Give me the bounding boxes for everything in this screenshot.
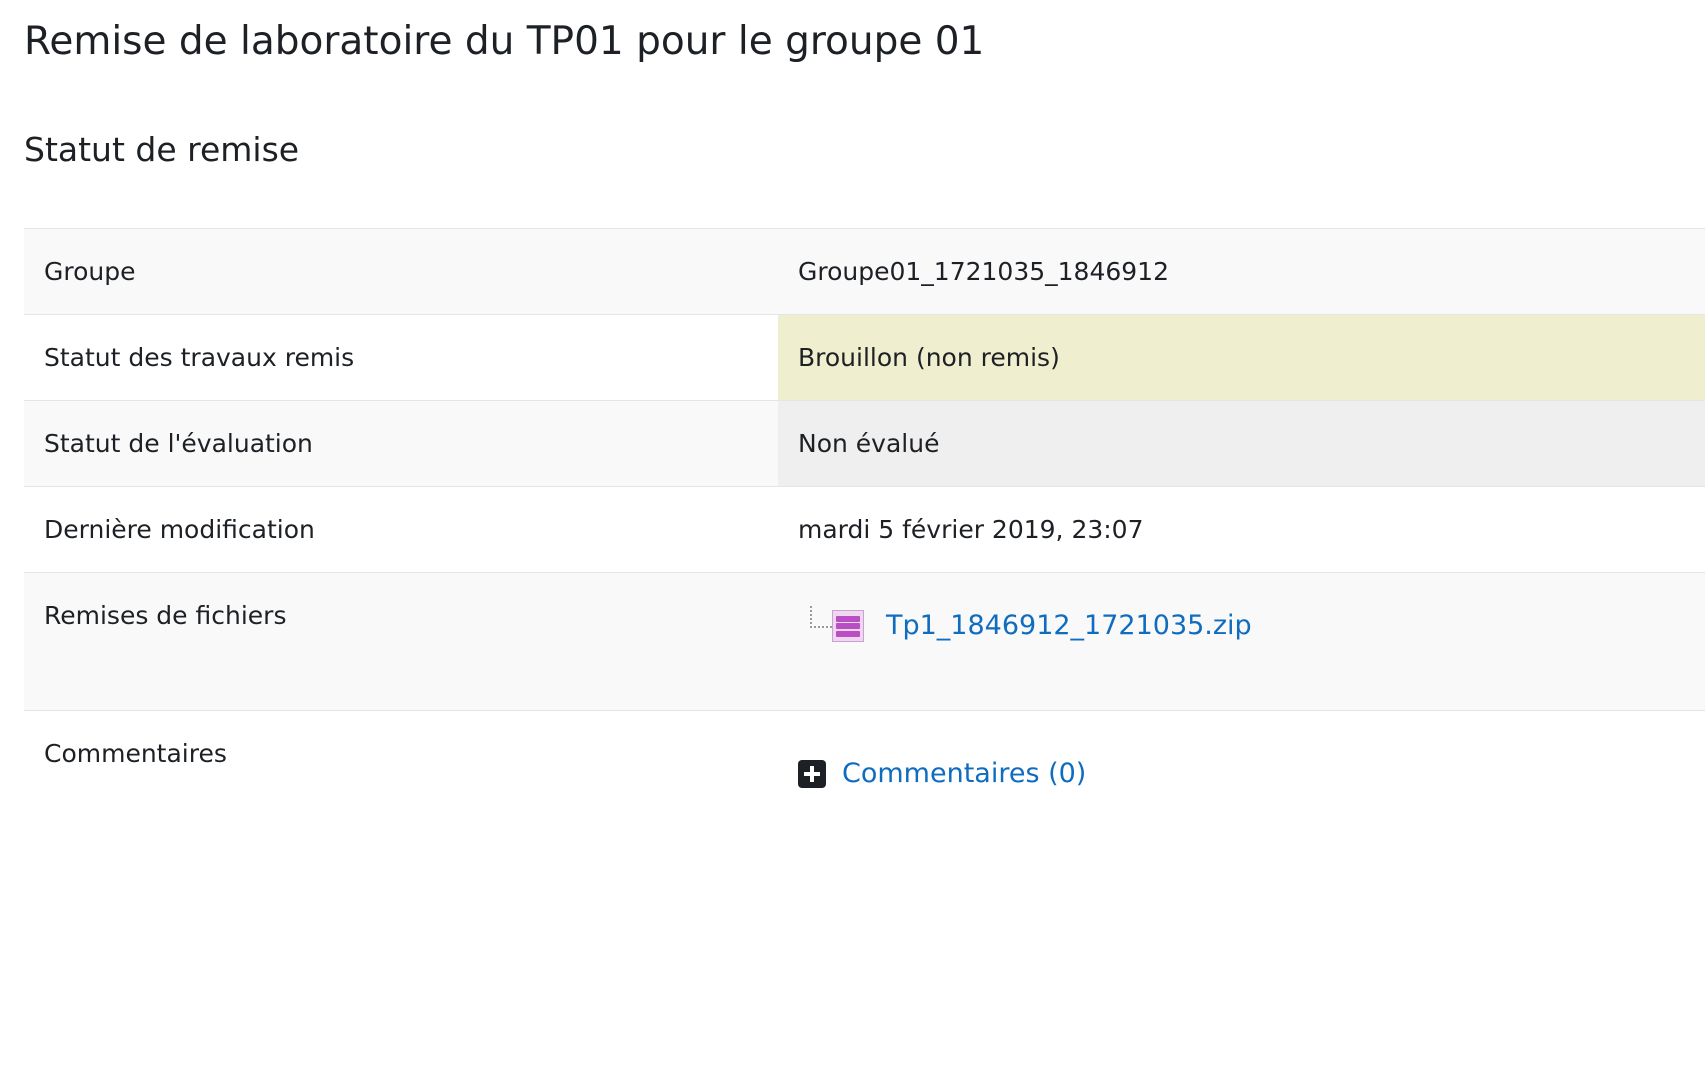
row-label-submission-status: Statut des travaux remis (44, 343, 355, 372)
comments-link[interactable]: Commentaires (0) (842, 757, 1086, 791)
table-row-group: Groupe Groupe01_1721035_1846912 (24, 228, 1705, 315)
row-value-submission-status: Brouillon (non remis) (778, 314, 1705, 401)
row-label-last-modified: Dernière modification (44, 515, 315, 544)
table-row-submission-status: Statut des travaux remis Brouillon (non … (24, 314, 1705, 401)
row-label-comments: Commentaires (44, 739, 227, 768)
row-value-comments: Commentaires (0) (778, 711, 1705, 849)
row-value-grading-status: Non évalué (778, 400, 1705, 487)
row-label-file-submissions: Remises de fichiers (44, 601, 287, 630)
page-title: Remise de laboratoire du TP01 pour le gr… (24, 19, 985, 64)
row-label-grading-status: Statut de l'évaluation (44, 429, 313, 458)
row-value-file-submissions: Tp1_1846912_1721035.zip (778, 573, 1705, 711)
table-row-comments: Commentaires Commentaires (0) (24, 710, 1705, 849)
plus-square-icon[interactable] (798, 760, 826, 788)
table-row-last-modified: Dernière modification mardi 5 février 20… (24, 486, 1705, 573)
row-value-group: Groupe01_1721035_1846912 (798, 257, 1169, 286)
submitted-file-link[interactable]: Tp1_1846912_1721035.zip (886, 609, 1252, 643)
submission-status-table: Groupe Groupe01_1721035_1846912 Statut d… (24, 228, 1705, 848)
table-row-file-submissions: Remises de fichiers Tp1_1846912_1721035.… (24, 572, 1705, 711)
zip-file-icon (832, 610, 864, 642)
file-tree-item: Tp1_1846912_1721035.zip (810, 606, 1685, 643)
table-row-grading-status: Statut de l'évaluation Non évalué (24, 400, 1705, 487)
section-heading-submission-status: Statut de remise (24, 130, 300, 169)
tree-connector-icon (810, 606, 832, 628)
row-value-last-modified: mardi 5 février 2019, 23:07 (798, 515, 1144, 544)
row-label-group: Groupe (44, 257, 136, 286)
comments-toggle[interactable]: Commentaires (0) (798, 757, 1685, 791)
